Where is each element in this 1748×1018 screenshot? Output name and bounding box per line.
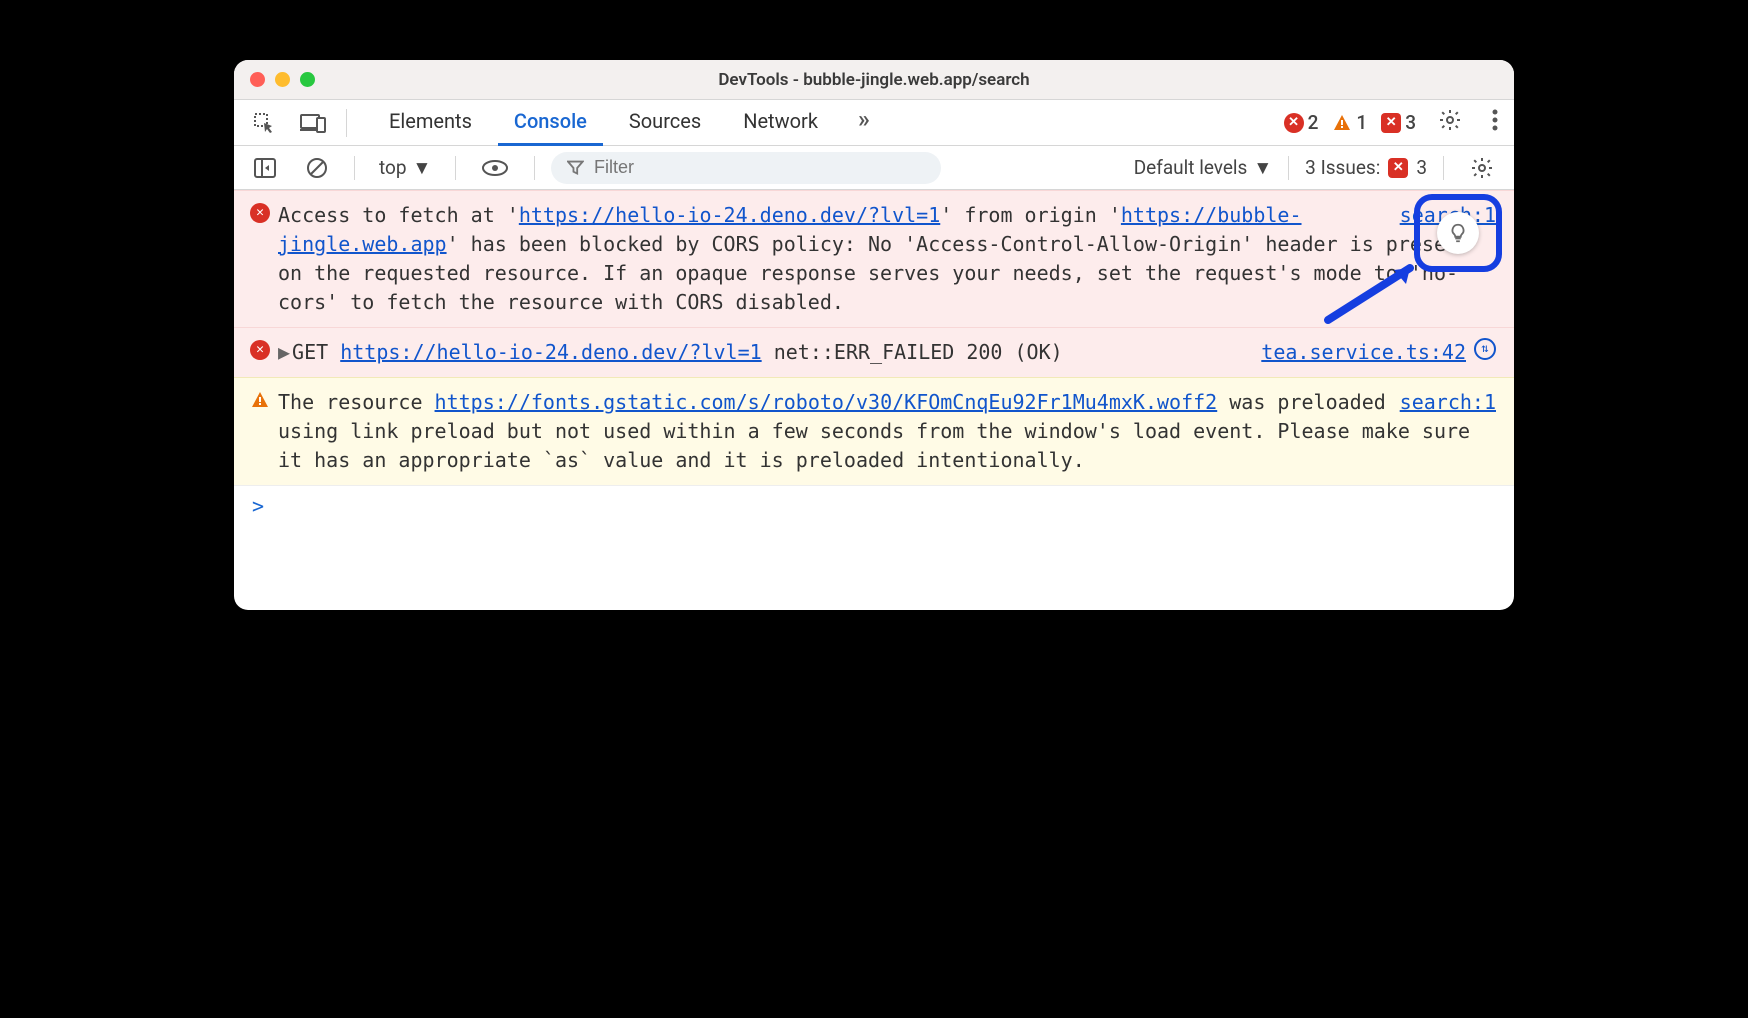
filter-input[interactable] (594, 157, 925, 178)
console-message-warn: search:1The resource https://fonts.gstat… (234, 377, 1514, 485)
console-settings-icon[interactable] (1460, 150, 1504, 186)
panel-tabs: Elements Console Sources Network » (373, 99, 884, 146)
chevron-down-icon: ▼ (1253, 156, 1272, 180)
issues-count: 3 (1416, 156, 1427, 179)
initiator-icon[interactable]: ⇅ (1474, 338, 1496, 360)
console-prompt[interactable]: > (234, 485, 1514, 526)
tab-sources[interactable]: Sources (613, 99, 717, 146)
error-icon: ✕ (250, 203, 270, 223)
filter-field[interactable] (551, 152, 941, 184)
inspect-element-icon[interactable] (242, 105, 286, 141)
message-source-link[interactable]: search:1 (1400, 388, 1496, 417)
tab-network[interactable]: Network (727, 99, 834, 146)
window-title: DevTools - bubble-jingle.web.app/search (234, 70, 1514, 90)
console-message-error: ✕ ⇅ tea.service.ts:42 ▶GET https://hello-io… (234, 327, 1514, 377)
issue-error-icon: ✕ (1388, 158, 1408, 178)
message-icon: ✕ (1381, 113, 1401, 133)
devtools-window: DevTools - bubble-jingle.web.app/search … (234, 60, 1514, 610)
ai-insight-highlight (1414, 194, 1502, 272)
devtools-tabbar: Elements Console Sources Network » ✕ 2 1… (234, 100, 1514, 146)
warning-count: 1 (1356, 111, 1367, 134)
context-label: top (379, 156, 407, 179)
divider (534, 156, 535, 180)
close-window-button[interactable] (250, 72, 265, 87)
warning-icon (1332, 113, 1352, 133)
divider (346, 109, 347, 137)
divider (1288, 156, 1289, 180)
filter-icon (567, 160, 584, 176)
ai-insight-button[interactable] (1437, 212, 1479, 254)
issues-label: 3 Issues: (1305, 156, 1380, 179)
message-count: 3 (1405, 111, 1416, 134)
message-text: ▶GET https://hello-io-24.deno.dev/?lvl=1… (278, 340, 1063, 364)
message-text: The resource https://fonts.gstatic.com/s… (278, 390, 1470, 472)
expand-caret-icon[interactable]: ▶ (278, 338, 290, 367)
more-tabs-button[interactable]: » (844, 99, 884, 146)
traffic-lights (250, 72, 315, 87)
settings-icon[interactable] (1430, 102, 1470, 144)
error-icon: ✕ (1284, 113, 1304, 133)
chevron-down-icon: ▼ (413, 156, 432, 180)
url-link[interactable]: https://hello-io-24.deno.dev/?lvl=1 (340, 340, 761, 364)
error-counter[interactable]: ✕ 2 (1284, 111, 1319, 134)
warning-counter[interactable]: 1 (1332, 111, 1367, 134)
divider (354, 156, 355, 180)
device-toolbar-icon[interactable] (290, 106, 336, 140)
divider (1443, 156, 1444, 180)
toggle-sidebar-icon[interactable] (244, 152, 286, 184)
live-expression-icon[interactable] (472, 153, 518, 183)
levels-label: Default levels (1134, 156, 1248, 179)
warning-icon (250, 390, 270, 410)
window-titlebar: DevTools - bubble-jingle.web.app/search (234, 60, 1514, 100)
execution-context-selector[interactable]: top ▼ (371, 154, 439, 182)
error-count: 2 (1308, 111, 1319, 134)
divider (455, 156, 456, 180)
issues-counter[interactable]: 3 Issues: ✕ 3 (1305, 156, 1427, 179)
clear-console-icon[interactable] (296, 151, 338, 185)
message-source-link[interactable]: tea.service.ts:42 (1261, 338, 1466, 367)
url-link[interactable]: https://hello-io-24.deno.dev/?lvl=1 (519, 203, 940, 227)
minimize-window-button[interactable] (275, 72, 290, 87)
zoom-window-button[interactable] (300, 72, 315, 87)
console-toolbar: top ▼ Default levels ▼ 3 Issues: ✕ 3 (234, 146, 1514, 190)
console-messages: ✕ search:1 Access to fetch at 'https://hel… (234, 190, 1514, 610)
kebab-menu-icon[interactable] (1484, 103, 1506, 143)
annotation-arrow (1322, 258, 1432, 328)
log-levels-selector[interactable]: Default levels ▼ (1134, 156, 1272, 180)
message-text: Access to fetch at 'https://hello-io-24.… (278, 203, 1470, 314)
url-link[interactable]: https://fonts.gstatic.com/s/roboto/v30/K… (435, 390, 1218, 414)
error-icon: ✕ (250, 340, 270, 360)
message-counter[interactable]: ✕ 3 (1381, 111, 1416, 134)
tab-console[interactable]: Console (498, 99, 603, 146)
toolbar-counters: ✕ 2 1 ✕ 3 (1284, 102, 1506, 144)
tab-elements[interactable]: Elements (373, 99, 488, 146)
